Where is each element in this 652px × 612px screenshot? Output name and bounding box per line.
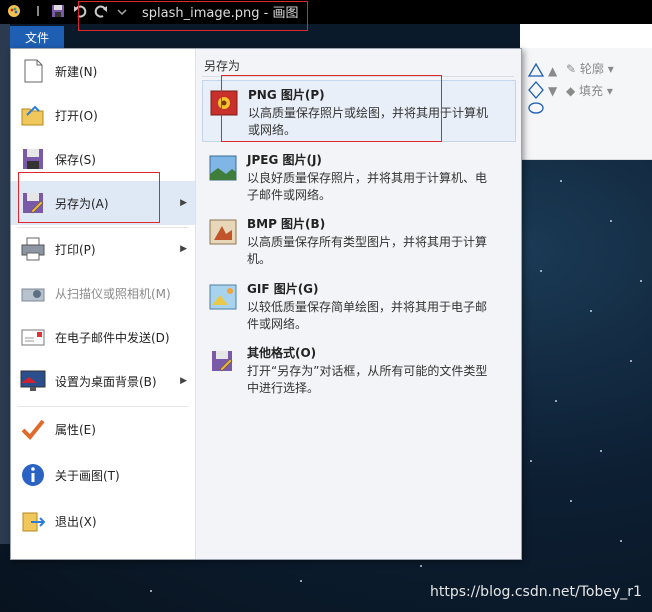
gif-picture-icon (209, 284, 237, 310)
menu-item-new[interactable]: 新建(N) (11, 49, 195, 93)
jpeg-description: 以良好质量保存照片，并将其用于计算机、电子邮件或网络。 (247, 171, 488, 202)
file-menu-commands: 新建(N) 打开(O) 保存(S) 另存为(A) ▶ 打印(P) ▶ 从扫描仪或… (11, 49, 195, 559)
save-option-jpeg[interactable]: JPEG 图片(J) 以良好质量保存照片，并将其用于计算机、电子邮件或网络。 (202, 146, 516, 208)
outline-button[interactable]: ✎ 轮廓 ▾ (566, 60, 614, 77)
menu-label-send-email: 在电子邮件中发送(D) (55, 330, 170, 345)
menu-label-from-scanner: 从扫描仪或照相机(M) (55, 286, 171, 301)
scanner-camera-icon (21, 288, 45, 302)
menu-label-open: 打开(O) (55, 108, 98, 123)
title-highlight-box (78, 1, 308, 31)
jpeg-picture-icon (209, 155, 237, 181)
info-icon (22, 464, 44, 486)
other-formats-icon (212, 351, 233, 372)
save-option-other-formats[interactable]: 其他格式(O) 打开“另存为”对话框，从所有可能的文件类型中进行选择。 (202, 339, 516, 401)
email-icon (21, 329, 45, 346)
desktop-background-icon (20, 370, 46, 391)
checkmark-icon (21, 419, 45, 440)
scroll-down-icon[interactable]: ▼ (548, 84, 557, 98)
menu-item-open[interactable]: 打开(O) (11, 93, 195, 137)
save-option-gif[interactable]: GIF 图片(G) 以较低质量保存简单绘图，并将其用于电子邮件或网络。 (202, 275, 516, 337)
save-as-header: 另存为 (204, 59, 241, 73)
bmp-picture-icon (209, 219, 237, 245)
shape-gallery-icon (527, 62, 545, 114)
file-tab[interactable]: 文件 (10, 26, 64, 48)
submenu-arrow-icon: ▶ (180, 244, 187, 254)
save-as-highlight-box (18, 172, 160, 223)
save-option-bmp[interactable]: BMP 图片(B) 以高质量保存所有类型图片，并将其用于计算机。 (202, 210, 516, 272)
menu-label-properties: 属性(E) (55, 422, 96, 437)
submenu-arrow-icon: ▶ (180, 198, 187, 208)
chevron-icon (37, 6, 39, 16)
watermark: https://blog.csdn.net/Tobey_r1 (430, 584, 642, 600)
other-formats-title: 其他格式(O) (247, 346, 317, 360)
jpeg-title: JPEG 图片(J) (247, 153, 322, 167)
menu-item-exit[interactable]: 退出(X) (11, 499, 195, 543)
menu-item-send-email[interactable]: 在电子邮件中发送(D) (11, 315, 195, 359)
menu-label-new: 新建(N) (55, 64, 98, 79)
menu-label-save: 保存(S) (55, 152, 96, 167)
menu-item-print[interactable]: 打印(P) ▶ (11, 227, 195, 271)
menu-label-print: 打印(P) (55, 242, 96, 257)
submenu-arrow-icon: ▶ (180, 376, 187, 386)
new-document-icon (24, 59, 43, 83)
exit-icon (22, 512, 46, 532)
bmp-description: 以高质量保存所有类型图片，并将其用于计算机。 (247, 235, 488, 266)
open-folder-icon (21, 105, 44, 126)
menu-label-set-desktop-bg: 设置为桌面背景(B) (55, 374, 157, 389)
left-edge-strip (0, 24, 10, 544)
paint-app-icon (8, 5, 20, 17)
menu-item-about[interactable]: 关于画图(T) (11, 453, 195, 497)
menu-item-set-desktop-bg[interactable]: 设置为桌面背景(B) ▶ (11, 359, 195, 403)
gif-description: 以较低质量保存简单绘图，并将其用于电子邮件或网络。 (247, 300, 488, 331)
outline-label: 轮廓 (579, 62, 604, 76)
scroll-up-icon[interactable]: ▲ (548, 64, 557, 78)
save-quick-icon[interactable] (50, 3, 66, 19)
menu-item-properties[interactable]: 属性(E) (11, 407, 195, 451)
png-highlight-box (221, 75, 442, 142)
other-formats-description: 打开“另存为”对话框，从所有可能的文件类型中进行选择。 (247, 364, 488, 395)
menu-label-exit: 退出(X) (55, 514, 97, 529)
save-disk-icon (23, 149, 43, 169)
fill-button[interactable]: ◆ 填充 ▾ (566, 82, 613, 99)
bmp-title: BMP 图片(B) (247, 217, 326, 231)
ribbon-tabs (520, 24, 652, 48)
printer-icon (21, 237, 45, 261)
gif-title: GIF 图片(G) (247, 282, 319, 296)
menu-item-from-scanner[interactable]: 从扫描仪或照相机(M) (11, 271, 195, 315)
fill-label: 填充 (579, 84, 604, 98)
menu-label-about: 关于画图(T) (55, 468, 120, 483)
